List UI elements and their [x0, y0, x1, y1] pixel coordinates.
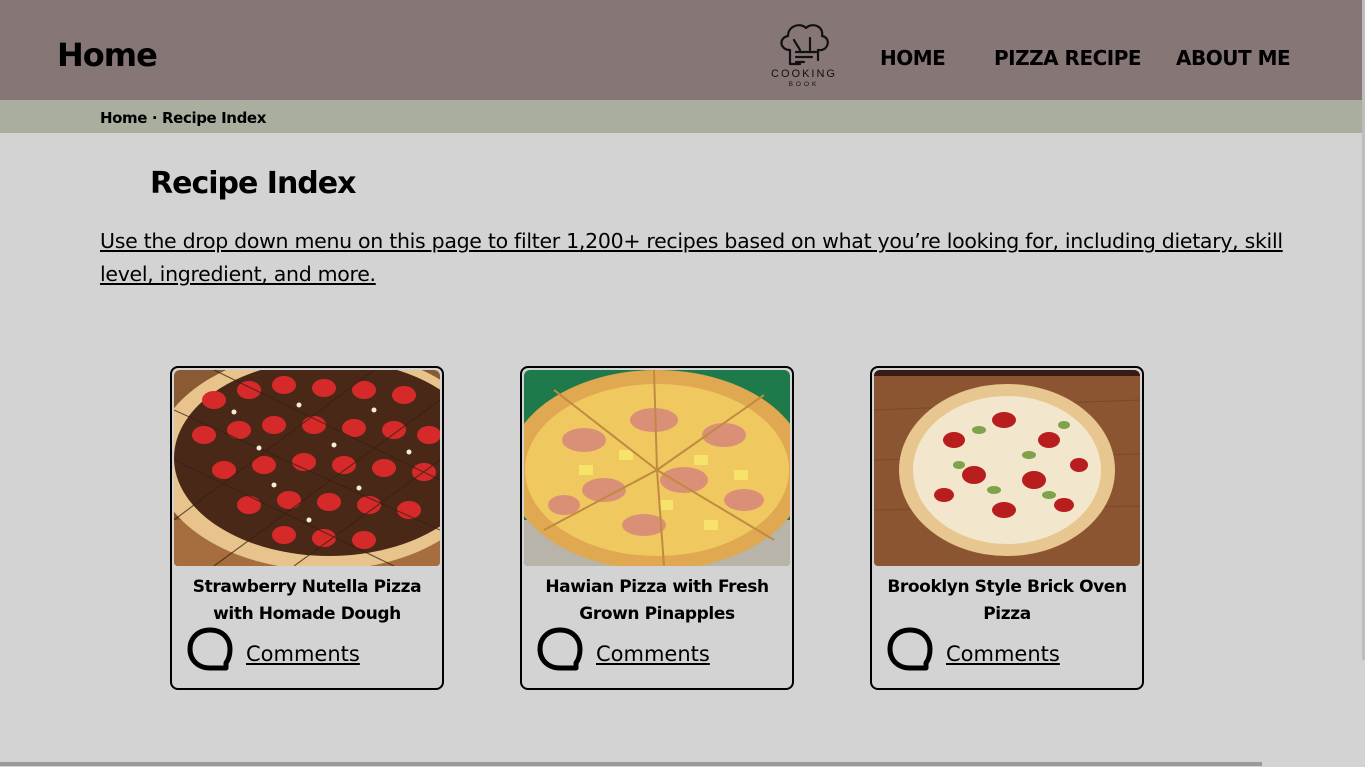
strawberry-nutella-pizza-image[interactable]: [174, 370, 440, 566]
logo-text-top: COOKING: [771, 68, 837, 80]
recipe-card-title[interactable]: Strawberry Nutella Pizza with Homade Dou…: [180, 574, 434, 628]
comment-bubble-icon[interactable]: [186, 626, 234, 674]
logo-text-bottom: BOOK: [789, 81, 820, 88]
comments-link[interactable]: Comments: [946, 642, 1060, 666]
comments-link[interactable]: Comments: [246, 642, 360, 666]
recipe-card[interactable]: Strawberry Nutella Pizza with Homade Dou…: [170, 366, 444, 690]
site-header: Home COOKING BOOK HOME PIZZA RECIPE ABOU…: [0, 0, 1365, 100]
recipe-card[interactable]: Brooklyn Style Brick Oven Pizza Comments: [870, 366, 1144, 690]
recipe-card-title[interactable]: Hawian Pizza with Fresh Grown Pinapples: [530, 574, 784, 628]
breadcrumb-separator: ·: [151, 109, 158, 127]
recipe-card-title[interactable]: Brooklyn Style Brick Oven Pizza: [880, 574, 1134, 628]
breadcrumb: Home · Recipe Index: [100, 109, 266, 127]
breadcrumb-current: Recipe Index: [162, 109, 266, 127]
breadcrumb-home-link[interactable]: Home: [100, 109, 147, 127]
page-title: Recipe Index: [150, 166, 356, 201]
comment-bubble-icon[interactable]: [536, 626, 584, 674]
comment-bubble-icon[interactable]: [886, 626, 934, 674]
intro-text[interactable]: Use the drop down menu on this page to f…: [100, 225, 1340, 291]
recipe-card[interactable]: Hawian Pizza with Fresh Grown Pinapples …: [520, 366, 794, 690]
site-title-link[interactable]: Home: [57, 36, 158, 74]
comments-link[interactable]: Comments: [596, 642, 710, 666]
brick-oven-pizza-image[interactable]: [874, 370, 1140, 566]
breadcrumb-bar: Home · Recipe Index: [0, 100, 1365, 133]
footer-divider: [0, 762, 1262, 766]
nav-pizza-recipe[interactable]: PIZZA RECIPE: [994, 46, 1142, 70]
nav-about-me[interactable]: ABOUT ME: [1176, 46, 1291, 70]
hawaiian-pizza-image[interactable]: [524, 370, 790, 566]
cooking-book-logo[interactable]: COOKING BOOK: [766, 20, 842, 88]
nav-home[interactable]: HOME: [880, 46, 946, 70]
